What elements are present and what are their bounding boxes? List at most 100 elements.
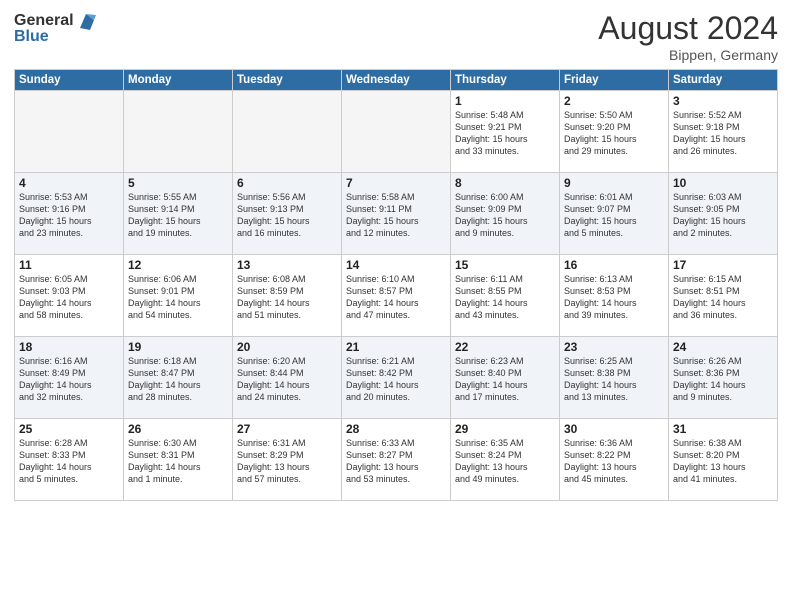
day-number: 21 bbox=[346, 340, 446, 354]
day-number: 29 bbox=[455, 422, 555, 436]
calendar-week-row: 1Sunrise: 5:48 AM Sunset: 9:21 PM Daylig… bbox=[15, 91, 778, 173]
calendar-cell: 15Sunrise: 6:11 AM Sunset: 8:55 PM Dayli… bbox=[451, 255, 560, 337]
calendar-week-row: 18Sunrise: 6:16 AM Sunset: 8:49 PM Dayli… bbox=[15, 337, 778, 419]
day-number: 18 bbox=[19, 340, 119, 354]
day-number: 4 bbox=[19, 176, 119, 190]
day-number: 27 bbox=[237, 422, 337, 436]
calendar-cell: 22Sunrise: 6:23 AM Sunset: 8:40 PM Dayli… bbox=[451, 337, 560, 419]
day-info: Sunrise: 6:28 AM Sunset: 8:33 PM Dayligh… bbox=[19, 437, 119, 486]
calendar-cell: 6Sunrise: 5:56 AM Sunset: 9:13 PM Daylig… bbox=[233, 173, 342, 255]
day-number: 13 bbox=[237, 258, 337, 272]
location: Bippen, Germany bbox=[598, 47, 778, 63]
day-number: 19 bbox=[128, 340, 228, 354]
title-block: August 2024 Bippen, Germany bbox=[598, 10, 778, 63]
day-info: Sunrise: 6:36 AM Sunset: 8:22 PM Dayligh… bbox=[564, 437, 664, 486]
day-info: Sunrise: 5:48 AM Sunset: 9:21 PM Dayligh… bbox=[455, 109, 555, 158]
calendar-cell bbox=[342, 91, 451, 173]
weekday-header-row: Sunday Monday Tuesday Wednesday Thursday… bbox=[15, 70, 778, 91]
calendar-cell: 21Sunrise: 6:21 AM Sunset: 8:42 PM Dayli… bbox=[342, 337, 451, 419]
header-wednesday: Wednesday bbox=[342, 70, 451, 91]
day-number: 8 bbox=[455, 176, 555, 190]
day-number: 22 bbox=[455, 340, 555, 354]
calendar-week-row: 25Sunrise: 6:28 AM Sunset: 8:33 PM Dayli… bbox=[15, 419, 778, 501]
day-info: Sunrise: 6:15 AM Sunset: 8:51 PM Dayligh… bbox=[673, 273, 773, 322]
header-friday: Friday bbox=[560, 70, 669, 91]
day-number: 11 bbox=[19, 258, 119, 272]
day-info: Sunrise: 6:21 AM Sunset: 8:42 PM Dayligh… bbox=[346, 355, 446, 404]
day-info: Sunrise: 6:11 AM Sunset: 8:55 PM Dayligh… bbox=[455, 273, 555, 322]
day-info: Sunrise: 5:56 AM Sunset: 9:13 PM Dayligh… bbox=[237, 191, 337, 240]
calendar-cell: 3Sunrise: 5:52 AM Sunset: 9:18 PM Daylig… bbox=[669, 91, 778, 173]
calendar-cell: 5Sunrise: 5:55 AM Sunset: 9:14 PM Daylig… bbox=[124, 173, 233, 255]
day-number: 10 bbox=[673, 176, 773, 190]
calendar-cell: 11Sunrise: 6:05 AM Sunset: 9:03 PM Dayli… bbox=[15, 255, 124, 337]
calendar-cell: 19Sunrise: 6:18 AM Sunset: 8:47 PM Dayli… bbox=[124, 337, 233, 419]
calendar-cell: 26Sunrise: 6:30 AM Sunset: 8:31 PM Dayli… bbox=[124, 419, 233, 501]
calendar-cell: 10Sunrise: 6:03 AM Sunset: 9:05 PM Dayli… bbox=[669, 173, 778, 255]
calendar-cell: 31Sunrise: 6:38 AM Sunset: 8:20 PM Dayli… bbox=[669, 419, 778, 501]
day-info: Sunrise: 6:33 AM Sunset: 8:27 PM Dayligh… bbox=[346, 437, 446, 486]
day-number: 24 bbox=[673, 340, 773, 354]
day-info: Sunrise: 6:05 AM Sunset: 9:03 PM Dayligh… bbox=[19, 273, 119, 322]
calendar-week-row: 4Sunrise: 5:53 AM Sunset: 9:16 PM Daylig… bbox=[15, 173, 778, 255]
calendar-cell: 20Sunrise: 6:20 AM Sunset: 8:44 PM Dayli… bbox=[233, 337, 342, 419]
day-number: 23 bbox=[564, 340, 664, 354]
day-number: 25 bbox=[19, 422, 119, 436]
day-info: Sunrise: 6:31 AM Sunset: 8:29 PM Dayligh… bbox=[237, 437, 337, 486]
day-number: 2 bbox=[564, 94, 664, 108]
day-info: Sunrise: 6:13 AM Sunset: 8:53 PM Dayligh… bbox=[564, 273, 664, 322]
header: General Blue August 2024 Bippen, Germany bbox=[14, 10, 778, 63]
calendar-cell: 8Sunrise: 6:00 AM Sunset: 9:09 PM Daylig… bbox=[451, 173, 560, 255]
day-info: Sunrise: 5:52 AM Sunset: 9:18 PM Dayligh… bbox=[673, 109, 773, 158]
day-number: 3 bbox=[673, 94, 773, 108]
day-number: 1 bbox=[455, 94, 555, 108]
day-info: Sunrise: 6:35 AM Sunset: 8:24 PM Dayligh… bbox=[455, 437, 555, 486]
header-saturday: Saturday bbox=[669, 70, 778, 91]
calendar-cell: 24Sunrise: 6:26 AM Sunset: 8:36 PM Dayli… bbox=[669, 337, 778, 419]
calendar-cell bbox=[233, 91, 342, 173]
header-thursday: Thursday bbox=[451, 70, 560, 91]
day-number: 20 bbox=[237, 340, 337, 354]
calendar-cell: 28Sunrise: 6:33 AM Sunset: 8:27 PM Dayli… bbox=[342, 419, 451, 501]
day-info: Sunrise: 6:26 AM Sunset: 8:36 PM Dayligh… bbox=[673, 355, 773, 404]
calendar-cell: 27Sunrise: 6:31 AM Sunset: 8:29 PM Dayli… bbox=[233, 419, 342, 501]
day-number: 31 bbox=[673, 422, 773, 436]
day-number: 14 bbox=[346, 258, 446, 272]
calendar-cell: 9Sunrise: 6:01 AM Sunset: 9:07 PM Daylig… bbox=[560, 173, 669, 255]
header-monday: Monday bbox=[124, 70, 233, 91]
calendar-cell: 29Sunrise: 6:35 AM Sunset: 8:24 PM Dayli… bbox=[451, 419, 560, 501]
day-info: Sunrise: 6:10 AM Sunset: 8:57 PM Dayligh… bbox=[346, 273, 446, 322]
calendar-cell bbox=[124, 91, 233, 173]
day-number: 16 bbox=[564, 258, 664, 272]
day-info: Sunrise: 6:25 AM Sunset: 8:38 PM Dayligh… bbox=[564, 355, 664, 404]
header-tuesday: Tuesday bbox=[233, 70, 342, 91]
day-info: Sunrise: 5:55 AM Sunset: 9:14 PM Dayligh… bbox=[128, 191, 228, 240]
calendar-cell: 4Sunrise: 5:53 AM Sunset: 9:16 PM Daylig… bbox=[15, 173, 124, 255]
logo: General Blue bbox=[14, 10, 96, 46]
day-info: Sunrise: 5:50 AM Sunset: 9:20 PM Dayligh… bbox=[564, 109, 664, 158]
day-info: Sunrise: 6:18 AM Sunset: 8:47 PM Dayligh… bbox=[128, 355, 228, 404]
day-info: Sunrise: 6:16 AM Sunset: 8:49 PM Dayligh… bbox=[19, 355, 119, 404]
day-number: 15 bbox=[455, 258, 555, 272]
day-number: 26 bbox=[128, 422, 228, 436]
day-number: 5 bbox=[128, 176, 228, 190]
month-title: August 2024 bbox=[598, 10, 778, 47]
day-info: Sunrise: 6:38 AM Sunset: 8:20 PM Dayligh… bbox=[673, 437, 773, 486]
calendar-table: Sunday Monday Tuesday Wednesday Thursday… bbox=[14, 69, 778, 501]
header-sunday: Sunday bbox=[15, 70, 124, 91]
calendar-cell: 12Sunrise: 6:06 AM Sunset: 9:01 PM Dayli… bbox=[124, 255, 233, 337]
day-info: Sunrise: 6:30 AM Sunset: 8:31 PM Dayligh… bbox=[128, 437, 228, 486]
calendar-cell: 2Sunrise: 5:50 AM Sunset: 9:20 PM Daylig… bbox=[560, 91, 669, 173]
day-number: 17 bbox=[673, 258, 773, 272]
calendar-week-row: 11Sunrise: 6:05 AM Sunset: 9:03 PM Dayli… bbox=[15, 255, 778, 337]
day-number: 7 bbox=[346, 176, 446, 190]
calendar-cell: 7Sunrise: 5:58 AM Sunset: 9:11 PM Daylig… bbox=[342, 173, 451, 255]
day-number: 28 bbox=[346, 422, 446, 436]
calendar-cell bbox=[15, 91, 124, 173]
day-info: Sunrise: 6:20 AM Sunset: 8:44 PM Dayligh… bbox=[237, 355, 337, 404]
day-info: Sunrise: 6:23 AM Sunset: 8:40 PM Dayligh… bbox=[455, 355, 555, 404]
calendar-cell: 30Sunrise: 6:36 AM Sunset: 8:22 PM Dayli… bbox=[560, 419, 669, 501]
day-number: 6 bbox=[237, 176, 337, 190]
day-info: Sunrise: 5:53 AM Sunset: 9:16 PM Dayligh… bbox=[19, 191, 119, 240]
calendar-cell: 23Sunrise: 6:25 AM Sunset: 8:38 PM Dayli… bbox=[560, 337, 669, 419]
